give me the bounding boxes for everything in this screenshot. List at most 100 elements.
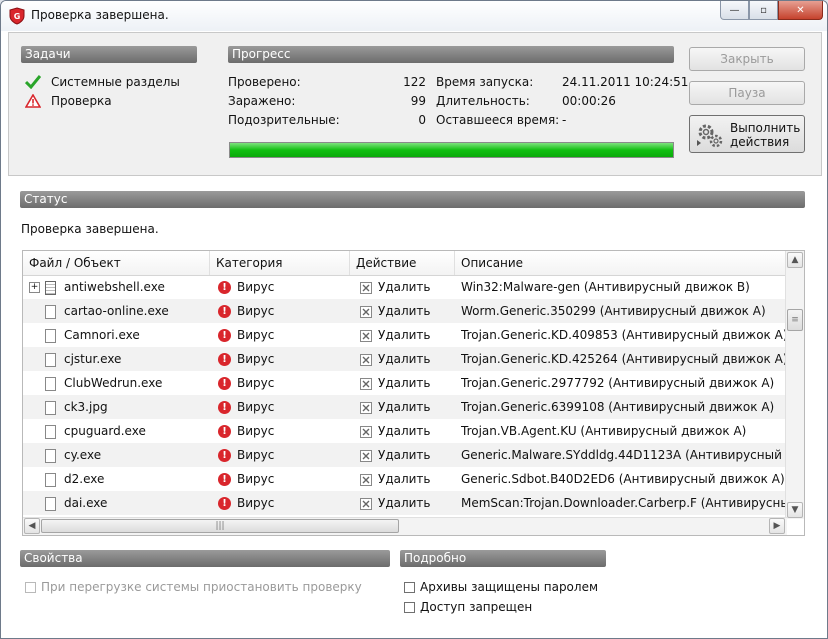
action-text: Удалить [378, 472, 431, 486]
progress-header: Прогресс [228, 46, 674, 63]
cell-description: Trojan.VB.Agent.KU (Антивирусный движок … [461, 424, 747, 438]
cell-category: ! Вирус [218, 467, 348, 491]
cell-action[interactable]: Удалить [360, 371, 455, 395]
cell-action[interactable]: Удалить [360, 491, 455, 515]
vertical-scroll-thumb[interactable]: ≡ [787, 309, 803, 331]
table-row[interactable]: cjstur.exe! Вирус Удалить Trojan.Generic.KD… [23, 347, 787, 371]
column-header-file[interactable]: Файл / Объект [23, 251, 210, 275]
file-name: Camnori.exe [64, 328, 140, 342]
cell-category: ! Вирус [218, 299, 348, 323]
infected-value: 99 [410, 94, 426, 108]
file-name: ck3.jpg [64, 400, 108, 414]
properties-header: Свойства [20, 550, 390, 567]
suspicious-value: 0 [418, 113, 426, 127]
delete-icon [360, 281, 372, 294]
restart-pause-checkbox[interactable] [25, 582, 36, 593]
cell-action[interactable]: Удалить [360, 395, 455, 419]
restart-pause-label: При перегрузке системы приостановить про… [41, 580, 362, 594]
minimize-button[interactable]: — [720, 1, 749, 20]
virus-icon: ! [218, 449, 231, 462]
file-icon [45, 472, 56, 487]
table-row[interactable]: cpuguard.exe! Вирус Удалить Trojan.VB.Agent… [23, 419, 787, 443]
horizontal-scrollbar[interactable]: ◀ ||| ▶ [23, 517, 787, 535]
scroll-up-button[interactable]: ▲ [787, 252, 803, 268]
action-text: Удалить [378, 448, 431, 462]
scroll-right-button[interactable]: ▶ [769, 518, 785, 534]
table-row[interactable]: ck3.jpg! Вирус Удалить Trojan.Generic.63991… [23, 395, 787, 419]
cell-action[interactable]: Удалить [360, 467, 455, 491]
delete-icon [360, 449, 372, 462]
infected-label: Заражено: [228, 94, 296, 108]
cell-action[interactable]: Удалить [360, 299, 455, 323]
cell-action[interactable]: Удалить [360, 443, 455, 467]
cell-action[interactable]: Удалить [360, 347, 455, 371]
pause-button[interactable]: Пауза [689, 81, 805, 105]
scan-progress-bar [229, 142, 674, 158]
cell-action[interactable]: Удалить [360, 323, 455, 347]
cell-category: ! Вирус [218, 491, 348, 515]
task-item-scan[interactable]: Проверка [51, 94, 112, 108]
cell-file: ClubWedrun.exe [29, 371, 210, 395]
table-row[interactable]: cartao-online.exe ! Вирус Удалить Worm.Gener… [23, 299, 787, 323]
svg-text:G: G [14, 12, 21, 21]
expand-icon[interactable]: + [29, 282, 40, 293]
table-row[interactable]: dai.exe! Вирус Удалить MemScan:Trojan.Downl… [23, 491, 787, 515]
title-bar: G Проверка завершена. — ▫ ✕ [1, 1, 827, 31]
category-text: Вирус [237, 304, 275, 318]
category-text: Вирус [237, 424, 275, 438]
table-row[interactable]: ClubWedrun.exe! Вирус Удалить Trojan.Generi… [23, 371, 787, 395]
cell-file: d2.exe [29, 467, 210, 491]
cell-description: Generic.Sdbot.B40D2ED6 (Антивирусный дви… [461, 472, 785, 486]
column-header-action[interactable]: Действие [350, 251, 455, 275]
file-name: cpuguard.exe [64, 424, 146, 438]
column-header-description[interactable]: Описание [455, 251, 787, 275]
action-text: Удалить [378, 400, 431, 414]
cell-action[interactable]: Удалить [360, 419, 455, 443]
file-name: cartao-online.exe [64, 304, 169, 318]
delete-icon [360, 497, 372, 510]
cell-file: ck3.jpg [29, 395, 210, 419]
virus-icon: ! [218, 425, 231, 438]
virus-icon: ! [218, 281, 231, 294]
file-name: d2.exe [64, 472, 105, 486]
cell-category: ! Вирус [218, 323, 348, 347]
category-text: Вирус [237, 472, 275, 486]
cell-action[interactable]: Удалить [360, 275, 455, 299]
password-archives-checkbox[interactable] [404, 582, 415, 593]
virus-icon: ! [218, 401, 231, 414]
scroll-down-button[interactable]: ▼ [787, 502, 803, 518]
access-denied-checkbox[interactable] [404, 602, 415, 613]
delete-icon [360, 401, 372, 414]
tasks-header: Задачи [21, 46, 197, 63]
file-icon [45, 400, 56, 415]
cell-file: cy.exe [29, 443, 210, 467]
cell-file: Camnori.exe [29, 323, 210, 347]
cell-description: Trojan.Generic.KD.425264 (Антивирусный д… [461, 352, 787, 366]
delete-icon [360, 377, 372, 390]
remaining-time-value: - [562, 113, 567, 127]
category-text: Вирус [237, 376, 275, 390]
task-item-system-partitions[interactable]: Системные разделы [51, 75, 180, 89]
perform-actions-button[interactable]: Выполнить действия [689, 115, 805, 153]
close-window-button[interactable]: ✕ [778, 1, 823, 20]
action-text: Удалить [378, 424, 431, 438]
horizontal-scroll-thumb[interactable]: ||| [41, 519, 399, 533]
scroll-left-button[interactable]: ◀ [24, 518, 40, 534]
category-text: Вирус [237, 496, 275, 510]
table-row[interactable]: Camnori.exe! Вирус Удалить Trojan.Generic.K… [23, 323, 787, 347]
category-text: Вирус [237, 400, 275, 414]
close-button[interactable]: Закрыть [689, 47, 805, 71]
table-row[interactable]: + antiwebshell.exe! Вирус Удалить Win32:Malw… [23, 275, 787, 299]
maximize-button[interactable]: ▫ [749, 1, 778, 20]
file-icon [45, 328, 56, 343]
virus-icon: ! [218, 353, 231, 366]
action-text: Удалить [378, 304, 431, 318]
column-header-category[interactable]: Категория [210, 251, 350, 275]
table-row[interactable]: cy.exe! Вирус Удалить Generic.Malware.SYddl… [23, 443, 787, 467]
cell-description: Worm.Generic.350299 (Антивирусный движок… [461, 304, 766, 318]
suspicious-label: Подозрительные: [228, 113, 340, 127]
scan-window: G Проверка завершена. — ▫ ✕ Задачи Систе… [0, 0, 828, 639]
duration-label: Длительность: [436, 94, 530, 108]
table-row[interactable]: d2.exe ! Вирус Удалить Generic.Sdbot.B40D2ED… [23, 467, 787, 491]
vertical-scrollbar[interactable]: ▲ ≡ ▼ [785, 251, 804, 519]
